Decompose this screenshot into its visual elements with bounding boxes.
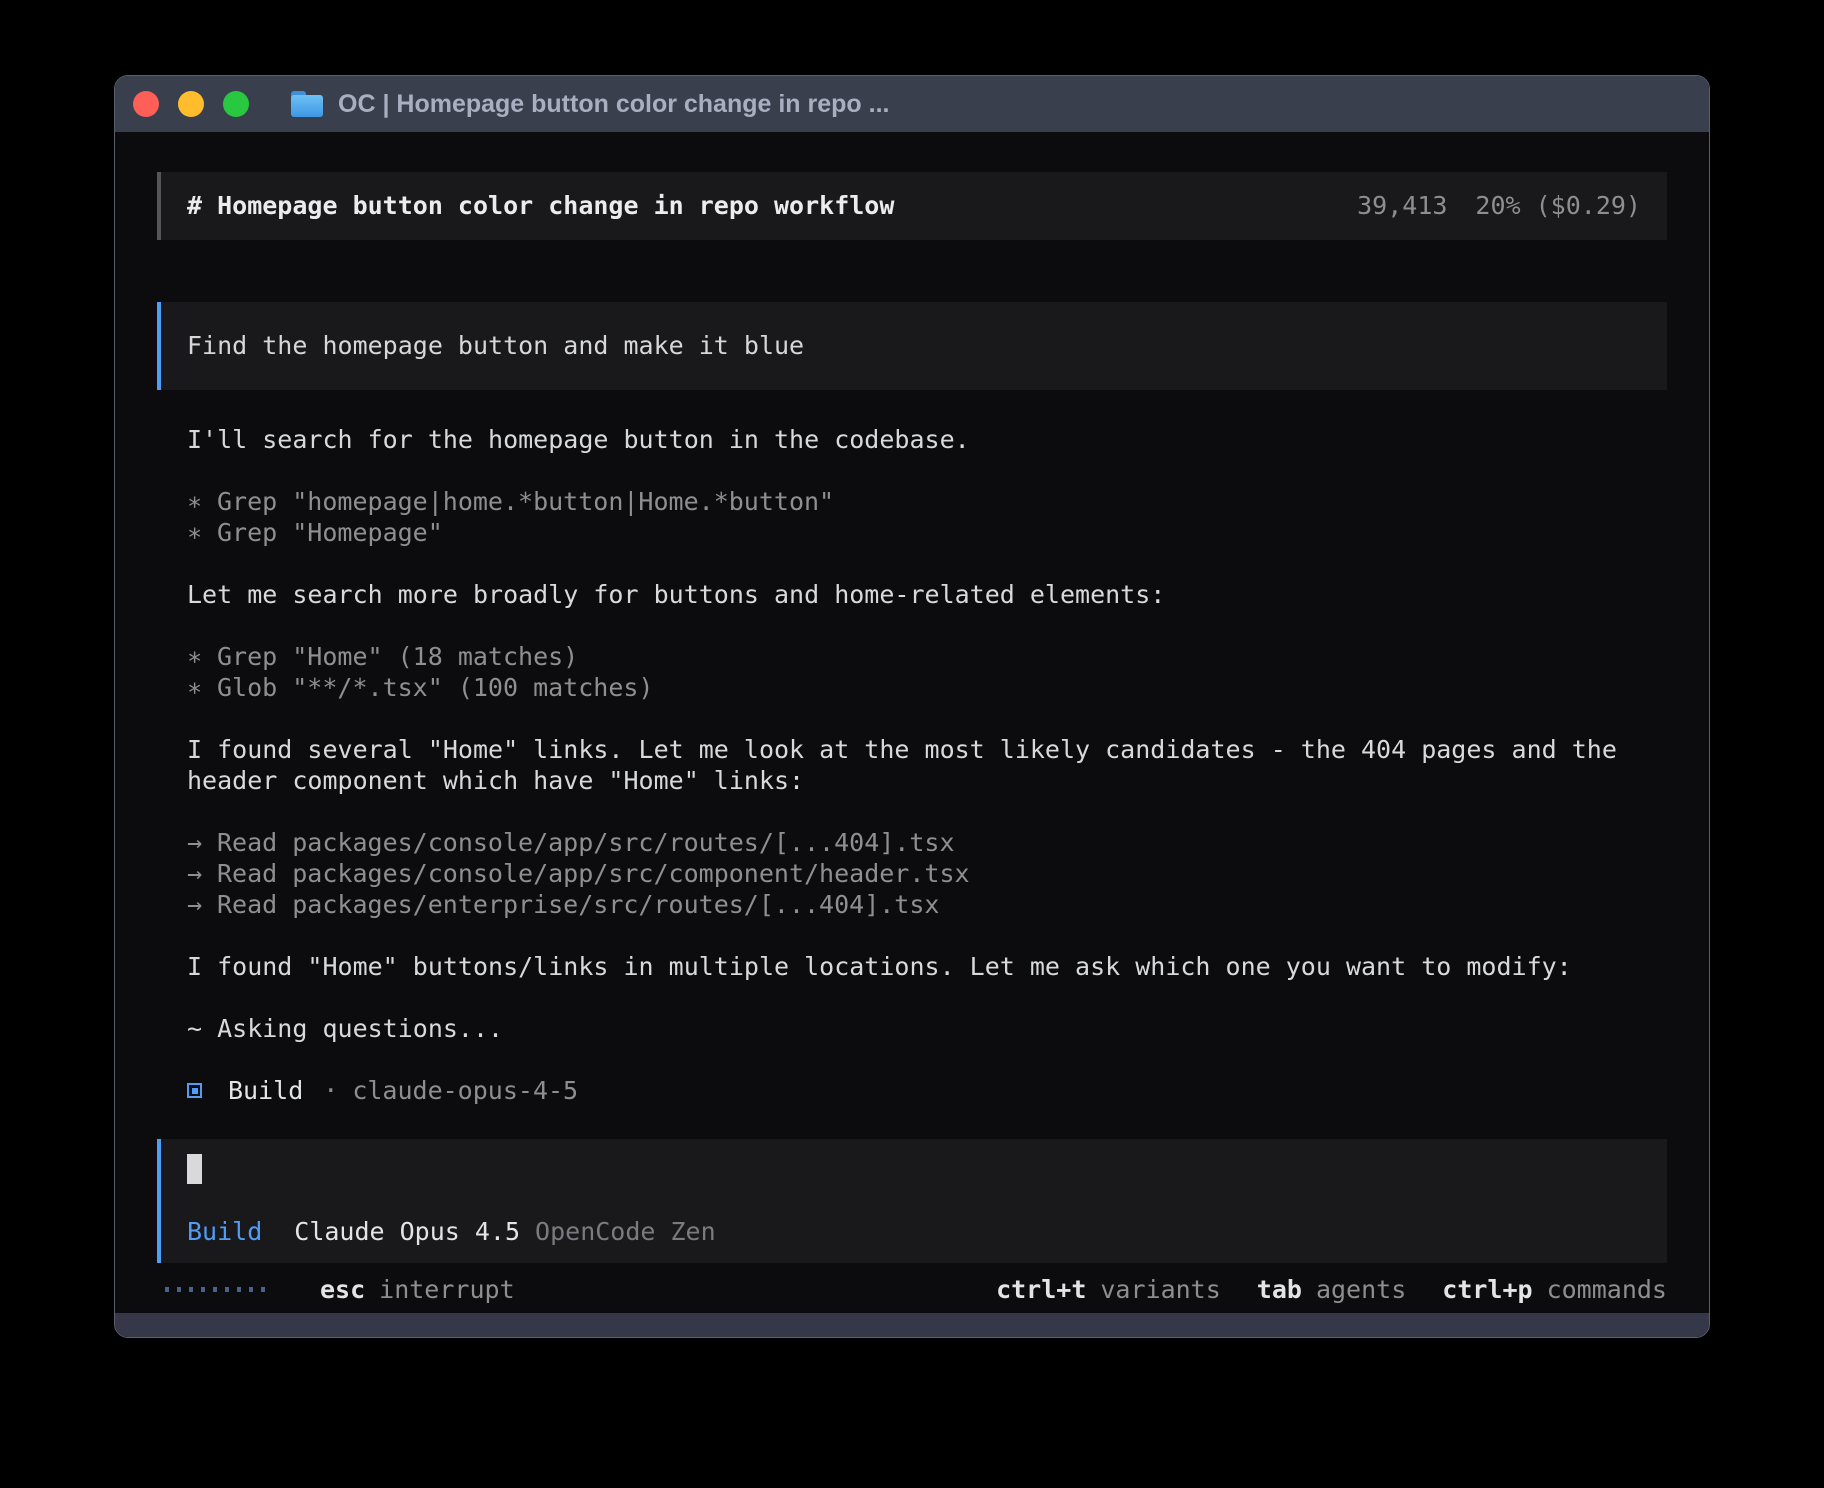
tool-call-text: Glob "**/*.tsx" (100 matches) [217,672,654,703]
session-title: # Homepage button color change in repo w… [187,190,894,221]
agent-build-icon [187,1083,202,1098]
prompt-input[interactable]: Build Claude Opus 4.5 OpenCode Zen [157,1139,1667,1263]
close-window-button[interactable] [133,91,159,117]
minimize-window-button[interactable] [178,91,204,117]
window-title: OC | Homepage button color change in rep… [338,90,889,119]
tool-asterisk-icon: ∗ [187,517,202,548]
tool-call-read: → Read packages/console/app/src/componen… [187,858,1667,889]
hint-commands: ctrl+p commands [1442,1274,1667,1305]
tool-call-grep: ∗ Grep "Homepage" [187,517,1667,548]
session-stats: 39,413 20% ($0.29) [1357,190,1641,221]
user-message: Find the homepage button and make it blu… [157,302,1667,390]
tool-call-text: Grep "Homepage" [217,517,443,548]
tool-call-glob: ∗ Glob "**/*.tsx" (100 matches) [187,672,1667,703]
input-agent-name[interactable]: Build [187,1216,262,1247]
session-header: # Homepage button color change in repo w… [157,172,1667,240]
keyboard-hints: ctrl+t variants tab agents ctrl+p comman… [996,1274,1667,1305]
tool-arrow-icon: → [187,827,202,858]
hint-agents: tab agents [1257,1274,1406,1305]
status-footer: esc interrupt ctrl+t variants tab agents… [157,1274,1667,1305]
tool-call-text: Grep "Home" (18 matches) [217,641,578,672]
zoom-window-button[interactable] [223,91,249,117]
assistant-paragraph: I'll search for the homepage button in t… [187,424,1667,455]
model-name: claude-opus-4-5 [352,1075,578,1106]
terminal-window: OC | Homepage button color change in rep… [114,75,1710,1338]
window-titlebar[interactable]: OC | Homepage button color change in rep… [115,76,1709,132]
input-model-name[interactable]: Claude Opus 4.5 [294,1216,520,1247]
traffic-lights [115,91,249,117]
token-count: 39,413 [1357,190,1447,221]
spinner-dots [165,1287,265,1292]
tool-call-group: ∗ Grep "homepage|home.*button|Home.*butt… [187,486,1667,548]
tool-call-grep: ∗ Grep "Home" (18 matches) [187,641,1667,672]
esc-key: esc [320,1274,365,1305]
assistant-paragraph: I found several "Home" links. Let me loo… [187,734,1667,796]
tool-call-group: ∗ Grep "Home" (18 matches) ∗ Glob "**/*.… [187,641,1667,703]
context-usage-cost: 20% ($0.29) [1475,190,1641,221]
tool-call-text: Read packages/enterprise/src/routes/[...… [217,889,939,920]
user-message-text: Find the homepage button and make it blu… [187,331,804,360]
tool-arrow-icon: → [187,858,202,889]
input-provider-name: OpenCode Zen [535,1216,716,1247]
text-cursor [187,1154,202,1184]
tool-call-grep: ∗ Grep "homepage|home.*button|Home.*butt… [187,486,1667,517]
tool-asterisk-icon: ∗ [187,486,202,517]
window-bottom-edge [115,1313,1709,1337]
terminal-content: # Homepage button color change in repo w… [115,132,1709,1313]
input-line[interactable] [187,1154,1641,1185]
tool-arrow-icon: → [187,889,202,920]
assistant-paragraph: I found "Home" buttons/links in multiple… [187,951,1667,982]
tool-asterisk-icon: ∗ [187,641,202,672]
activity-status: ~ Asking questions... [187,1013,1667,1044]
agent-name: Build [228,1075,303,1106]
tool-call-text: Read packages/console/app/src/component/… [217,858,970,889]
folder-icon [291,91,323,117]
tool-asterisk-icon: ∗ [187,672,202,703]
separator-dot: · [323,1075,338,1106]
assistant-paragraph: Let me search more broadly for buttons a… [187,579,1667,610]
tool-call-read: → Read packages/console/app/src/routes/[… [187,827,1667,858]
input-status-row: Build Claude Opus 4.5 OpenCode Zen [187,1216,1641,1247]
agent-status-row: Build · claude-opus-4-5 [187,1075,1667,1106]
tool-call-text: Grep "homepage|home.*button|Home.*button… [217,486,834,517]
tool-call-text: Read packages/console/app/src/routes/[..… [217,827,955,858]
hint-interrupt: esc interrupt [320,1274,515,1305]
hint-variants: ctrl+t variants [996,1274,1221,1305]
assistant-response: I'll search for the homepage button in t… [187,424,1667,1106]
tool-call-group: → Read packages/console/app/src/routes/[… [187,827,1667,920]
tool-call-read: → Read packages/enterprise/src/routes/[.… [187,889,1667,920]
